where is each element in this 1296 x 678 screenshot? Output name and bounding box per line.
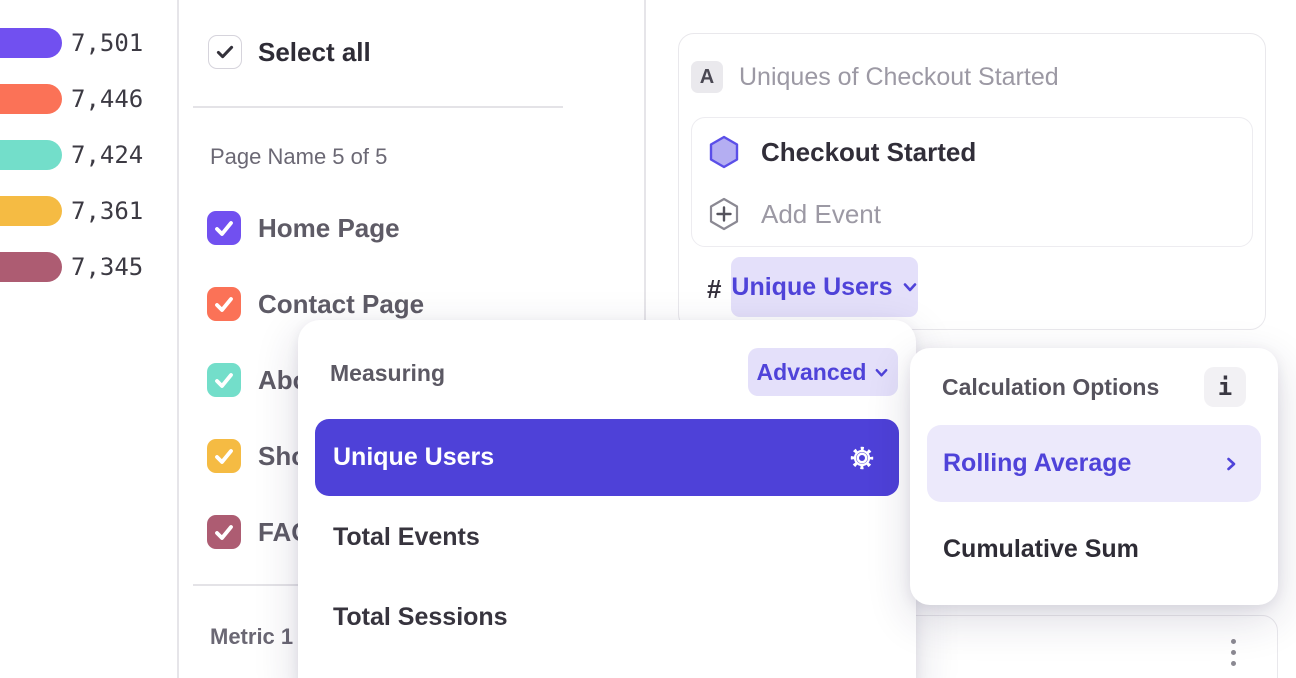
- select-all-checkbox[interactable]: [208, 35, 242, 69]
- add-event-label: Add Event: [761, 199, 881, 230]
- legend-row: 7,345: [0, 252, 143, 282]
- menu-item-unique-users[interactable]: Unique Users: [315, 419, 899, 496]
- divider-legend-panel: [177, 0, 179, 678]
- menu-item-total-sessions[interactable]: Total Sessions: [333, 577, 508, 657]
- legend-row: 7,446: [0, 84, 143, 114]
- group-label: Page Name 5 of 5: [210, 144, 387, 170]
- advanced-mode-dropdown[interactable]: Advanced: [748, 348, 898, 396]
- measure-value: Unique Users: [731, 273, 892, 302]
- query-card: A Uniques of Checkout Started Checkout S…: [678, 33, 1266, 330]
- select-all-row[interactable]: Select all: [208, 35, 371, 69]
- menu-item-rolling-average[interactable]: Rolling Average: [927, 425, 1261, 502]
- check-icon: [207, 439, 241, 473]
- calculation-options-menu: Calculation Options i Rolling Average Cu…: [910, 348, 1278, 605]
- legend-row: 7,501: [0, 28, 143, 58]
- check-icon: [207, 211, 241, 245]
- series-value: 7,361: [71, 196, 143, 226]
- measuring-menu: Measuring Advanced Unique Users Total Ev…: [298, 320, 916, 678]
- add-event-hexagon-icon: [707, 197, 741, 231]
- series-bar-orange[interactable]: [0, 84, 62, 114]
- calculation-options-title: Calculation Options: [942, 374, 1159, 400]
- measuring-title: Measuring: [330, 360, 445, 386]
- checkbox-checked[interactable]: [207, 363, 241, 397]
- series-bar-teal[interactable]: [0, 140, 62, 170]
- checkbox-checked[interactable]: [207, 439, 241, 473]
- series-bar-yellow[interactable]: [0, 196, 62, 226]
- series-value: 7,446: [71, 84, 143, 114]
- menu-item-total-events[interactable]: Total Events: [333, 497, 480, 577]
- info-button[interactable]: i: [1204, 367, 1246, 407]
- add-event-row[interactable]: Add Event: [707, 197, 881, 231]
- filter-row-contact-page[interactable]: Contact Page: [207, 287, 424, 321]
- check-icon: [207, 287, 241, 321]
- series-value: 7,501: [71, 28, 143, 58]
- analytics-app: 7,501 7,446 7,424 7,361 7,345 Select all…: [0, 0, 1296, 678]
- chevron-down-icon: [902, 279, 918, 295]
- series-bar-maroon[interactable]: [0, 252, 62, 282]
- filter-label: Home Page: [258, 213, 400, 244]
- checkbox-checked[interactable]: [207, 287, 241, 321]
- measure-dropdown[interactable]: Unique Users: [731, 257, 918, 317]
- legend-row: 7,361: [0, 196, 143, 226]
- series-value: 7,345: [71, 252, 143, 282]
- menu-item-cumulative-sum[interactable]: Cumulative Sum: [943, 511, 1139, 587]
- gear-icon[interactable]: [847, 443, 877, 473]
- event-card: Checkout Started Add Event: [691, 117, 1253, 247]
- filter-row-home-page[interactable]: Home Page: [207, 211, 424, 245]
- measure-prefix: #: [707, 272, 721, 306]
- check-icon: [209, 35, 241, 69]
- divider-horizontal: [193, 106, 563, 108]
- query-title-input[interactable]: Uniques of Checkout Started: [739, 61, 1059, 93]
- event-name: Checkout Started: [761, 137, 976, 168]
- info-icon: i: [1218, 373, 1232, 401]
- metric-label: Metric 1: [210, 624, 293, 650]
- menu-item-label: Unique Users: [333, 443, 847, 472]
- series-bar-purple[interactable]: [0, 28, 62, 58]
- chart-legend: 7,501 7,446 7,424 7,361 7,345: [0, 28, 143, 282]
- legend-row: 7,424: [0, 140, 143, 170]
- series-value: 7,424: [71, 140, 143, 170]
- check-icon: [207, 515, 241, 549]
- row-badge: A: [691, 61, 723, 93]
- event-hexagon-icon: [707, 135, 741, 169]
- checkbox-checked[interactable]: [207, 515, 241, 549]
- select-all-label: Select all: [258, 37, 371, 68]
- kebab-menu-icon[interactable]: [1231, 639, 1236, 666]
- menu-item-label: Rolling Average: [943, 449, 1223, 478]
- check-icon: [207, 363, 241, 397]
- event-row[interactable]: Checkout Started: [707, 135, 976, 169]
- filter-label: Contact Page: [258, 289, 424, 320]
- advanced-label: Advanced: [757, 359, 867, 386]
- checkbox-checked[interactable]: [207, 211, 241, 245]
- chevron-down-icon: [874, 365, 889, 380]
- chevron-right-icon: [1223, 456, 1239, 472]
